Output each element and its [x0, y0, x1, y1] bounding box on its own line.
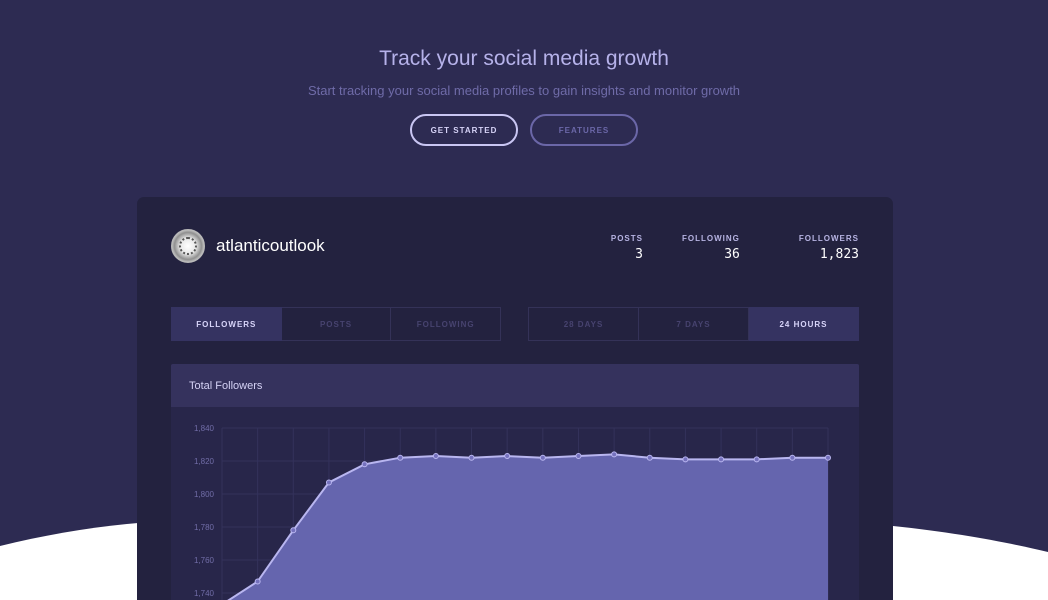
- tab-following[interactable]: FOLLOWING: [391, 307, 502, 341]
- range-tabs: 28 DAYS 7 DAYS 24 HOURS: [528, 307, 859, 341]
- chart-title: Total Followers: [171, 364, 859, 407]
- hero-subtitle: Start tracking your social media profile…: [307, 83, 741, 98]
- followers-data-point[interactable]: [504, 453, 511, 460]
- followers-data-point[interactable]: [611, 451, 618, 458]
- profile-header: atlanticoutlook: [171, 229, 325, 263]
- profile-avatar[interactable]: [171, 229, 205, 263]
- tab-24-hours[interactable]: 24 HOURS: [749, 307, 859, 341]
- tab-followers[interactable]: FOLLOWERS: [171, 307, 282, 341]
- followers-data-point[interactable]: [789, 454, 796, 461]
- tab-7-days[interactable]: 7 DAYS: [639, 307, 749, 341]
- get-started-button[interactable]: GET STARTED: [410, 114, 518, 146]
- followers-data-point[interactable]: [575, 453, 582, 460]
- y-axis-tick-label: 1,800: [194, 490, 215, 499]
- features-button[interactable]: FEATURES: [530, 114, 638, 146]
- page: Track your social media growth Start tra…: [0, 0, 1048, 600]
- hero-title: Track your social media growth: [379, 47, 669, 70]
- tab-28-days[interactable]: 28 DAYS: [528, 307, 639, 341]
- followers-data-point[interactable]: [539, 454, 546, 461]
- followers-label: FOLLOWERS: [798, 234, 859, 243]
- posts-label: POSTS: [610, 234, 643, 243]
- y-axis-tick-label: 1,780: [194, 523, 215, 532]
- followers-data-point[interactable]: [468, 454, 475, 461]
- followers-data-point[interactable]: [825, 454, 831, 461]
- followers-data-point[interactable]: [397, 454, 404, 461]
- y-axis-tick-label: 1,740: [194, 589, 215, 598]
- metric-tabs: FOLLOWERS POSTS FOLLOWING: [171, 307, 502, 341]
- profile-stats: POSTS 3 FOLLOWING 36 FOLLOWERS 1,823: [611, 234, 859, 262]
- profile-username: atlanticoutlook: [216, 236, 325, 255]
- hero-buttons: GET STARTED FEATURES: [0, 114, 1048, 146]
- posts-value: 3: [635, 247, 643, 262]
- followers-data-point[interactable]: [254, 578, 261, 585]
- followers-data-point[interactable]: [325, 479, 332, 486]
- following-stat: FOLLOWING 36: [682, 234, 740, 262]
- followers-value: 1,823: [819, 247, 859, 262]
- followers-chart-panel: Total Followers 1,840 1,820 1,800 1,780 1,76…: [171, 364, 859, 600]
- followers-data-point[interactable]: [432, 453, 439, 460]
- followers-stat: FOLLOWERS 1,823: [799, 234, 859, 262]
- y-axis-tick-label: 1,820: [194, 457, 215, 466]
- followers-area: [229, 454, 828, 600]
- followers-data-point[interactable]: [718, 456, 725, 463]
- hero-section: Track your social media growth Start tra…: [0, 46, 1048, 146]
- y-axis-tick-label: 1,760: [194, 556, 215, 565]
- followers-area-chart: 1,840 1,820 1,800 1,780 1,760 1,740: [194, 424, 831, 600]
- followers-data-point[interactable]: [290, 527, 297, 534]
- following-value: 36: [724, 247, 740, 262]
- tab-posts[interactable]: POSTS: [281, 307, 392, 341]
- y-axis-tick-label: 1,840: [194, 424, 215, 433]
- followers-data-point[interactable]: [361, 461, 368, 468]
- following-label: FOLLOWING: [682, 234, 740, 243]
- profile-dashboard-card: atlanticoutlook POSTS 3 FOLLOWING 36 FOL…: [137, 197, 893, 600]
- followers-data-point[interactable]: [682, 456, 689, 463]
- followers-data-point[interactable]: [646, 454, 653, 461]
- followers-data-point[interactable]: [753, 456, 760, 463]
- posts-stat: POSTS 3: [611, 234, 643, 262]
